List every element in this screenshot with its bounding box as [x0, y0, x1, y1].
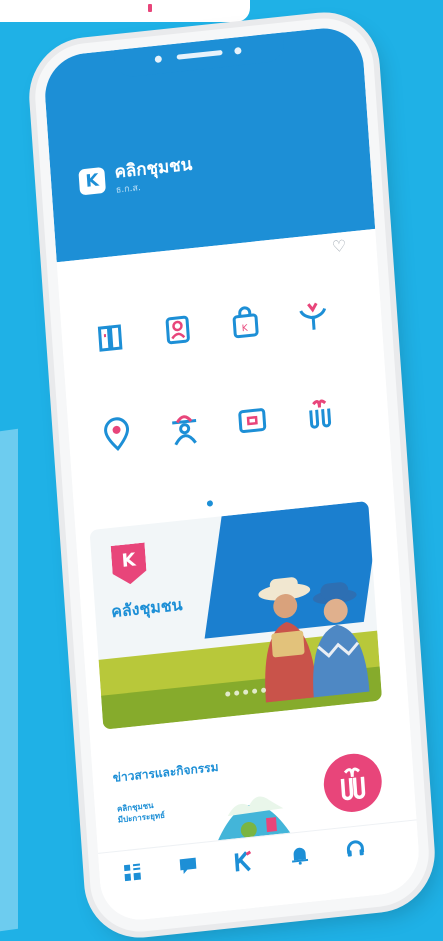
nav-label	[218, 878, 272, 884]
menu-label	[223, 451, 287, 458]
grid-icon	[123, 863, 141, 882]
book-icon	[97, 324, 123, 352]
farmer-photo-right	[312, 582, 370, 698]
promo-banner[interactable]: K คลังชุมชน	[89, 500, 383, 730]
shop-bag-icon: K	[232, 306, 259, 339]
menu-grid: K	[77, 292, 346, 452]
app-logo-icon: K	[78, 166, 107, 196]
headset-icon	[346, 840, 365, 857]
menu-label	[81, 368, 145, 375]
phone-body: K คลิกชุมชน ธ.ก.ส. ♡ K K คลังชุมชน ข่าวส…	[31, 13, 433, 937]
page-indicator-dot	[206, 500, 214, 507]
nav-label	[330, 864, 384, 870]
menu-item-farmer[interactable]	[151, 404, 221, 502]
banner-title: คลังชุมชน	[110, 594, 184, 622]
background-stripe	[0, 428, 18, 932]
tab-mark	[148, 4, 152, 12]
map-icon	[238, 408, 267, 434]
menu-item-shop[interactable]: K	[212, 300, 282, 398]
pager-dot[interactable]	[260, 687, 267, 693]
camera-dot	[154, 55, 163, 64]
sprout-icon	[299, 302, 327, 330]
camera-dot	[234, 46, 242, 55]
svg-text:K: K	[242, 324, 250, 335]
menu-label	[87, 465, 151, 472]
menu-item-gift[interactable]	[287, 390, 357, 488]
menu-item-sprout[interactable]	[280, 292, 350, 390]
person-badge-icon	[165, 315, 190, 345]
promo-gift-badge-icon[interactable]	[321, 750, 384, 815]
bell-icon	[292, 847, 309, 865]
home-logo-icon	[234, 850, 252, 872]
banner-shield-logo-icon: K	[111, 542, 148, 585]
app-title: คลิกชุมชน	[113, 154, 193, 183]
phone-screen: K คลิกชุมชน ธ.ก.ส. ♡ K K คลังชุมชน ข่าวส…	[42, 24, 422, 924]
menu-item-map[interactable]	[219, 397, 289, 495]
nav-label	[274, 870, 328, 876]
menu-item-location[interactable]	[84, 412, 154, 510]
gift-icon	[309, 399, 332, 429]
bottom-navigation	[98, 819, 422, 924]
nav-item-contact[interactable]	[328, 836, 384, 870]
phone-mockup: K คลิกชุมชน ธ.ก.ส. ♡ K K คลังชุมชน ข่าวส…	[31, 13, 433, 937]
menu-label	[290, 444, 354, 451]
nav-label	[107, 887, 161, 893]
nav-label	[163, 882, 217, 888]
pager-dot[interactable]	[251, 688, 258, 694]
menu-item-person[interactable]	[145, 307, 215, 405]
top-tab	[0, 0, 250, 22]
menu-label	[284, 346, 348, 353]
main-content: ♡ K K คลังชุมชน ข่าวสารและกิจกรรม คลิกชุ…	[56, 228, 422, 924]
pager-dot[interactable]	[225, 691, 231, 697]
heart-icon[interactable]: ♡	[331, 236, 347, 256]
menu-label	[216, 353, 280, 360]
chat-icon	[179, 857, 197, 874]
nav-item-home[interactable]	[216, 848, 272, 884]
menu-label	[148, 361, 212, 368]
location-pin-icon	[104, 417, 130, 452]
app-subtitle: ธ.ก.ส.	[115, 183, 142, 196]
speaker-grille	[176, 49, 223, 60]
nav-item-menu[interactable]	[105, 860, 161, 894]
menu-item-book[interactable]	[77, 314, 147, 412]
pager-dot[interactable]	[243, 689, 249, 695]
news-card-text[interactable]: คลิกชุมชน มีปะการะยุทธ์	[117, 795, 198, 825]
menu-label	[155, 458, 219, 465]
nav-item-notifications[interactable]	[272, 842, 328, 876]
farmer-icon	[172, 415, 197, 446]
pager-dot[interactable]	[234, 690, 240, 696]
nav-item-chat[interactable]	[161, 854, 217, 888]
